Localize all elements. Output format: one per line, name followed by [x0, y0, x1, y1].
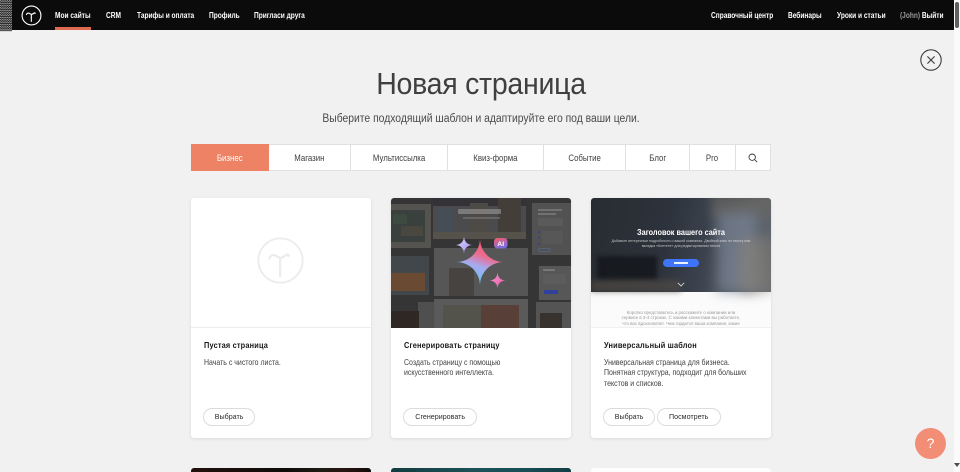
- svg-text:AI: AI: [497, 241, 504, 248]
